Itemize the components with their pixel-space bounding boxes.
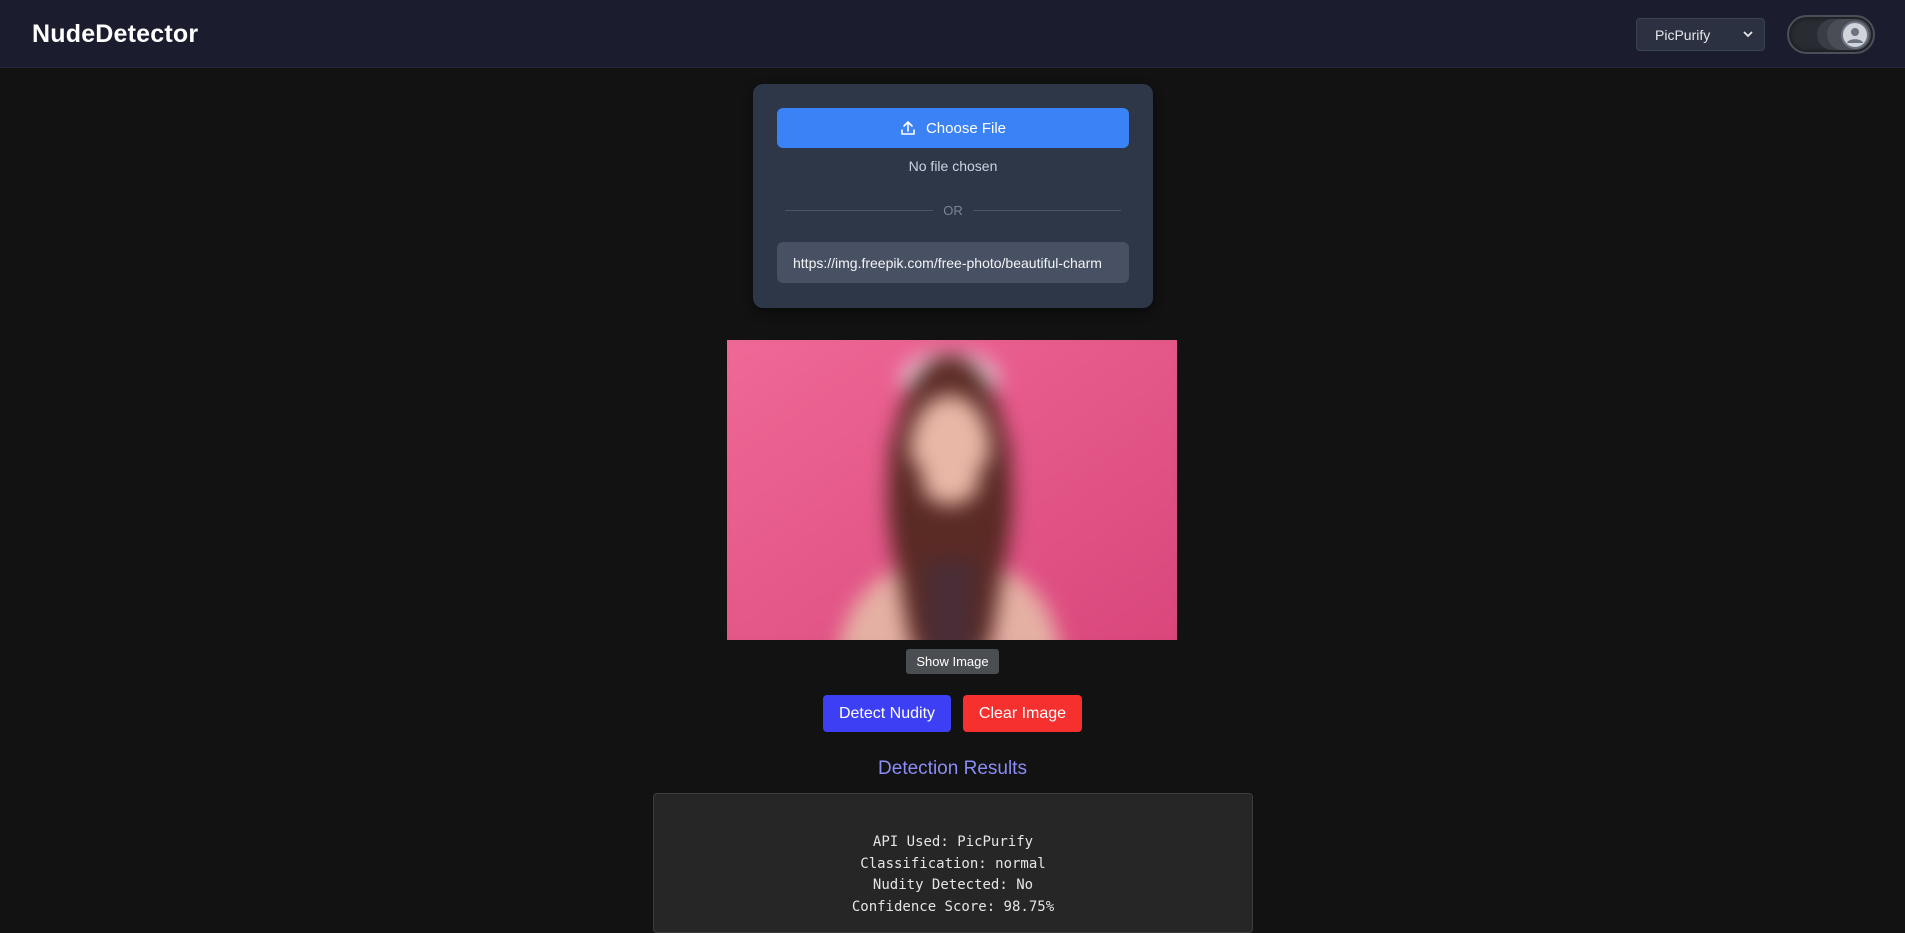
results-title: Detection Results <box>878 758 1027 779</box>
or-text: OR <box>943 202 963 218</box>
file-status-text: No file chosen <box>908 158 998 174</box>
theme-toggle[interactable] <box>1787 15 1875 54</box>
upload-card: Choose File No file chosen OR https://im… <box>753 84 1153 308</box>
divider-line <box>785 209 934 211</box>
image-url-input[interactable]: https://img.freepik.com/free-photo/beaut… <box>777 242 1129 283</box>
chevron-down-icon <box>1743 31 1753 38</box>
result-line-classification: Classification: normal <box>860 855 1046 872</box>
divider-line <box>972 209 1121 211</box>
clear-image-button[interactable]: Clear Image <box>963 695 1082 732</box>
app-brand: NudeDetector <box>32 20 199 48</box>
choose-file-button[interactable]: Choose File <box>777 108 1129 148</box>
result-line-confidence: Confidence Score: 98.75% <box>851 898 1055 915</box>
api-select-value: PicPurify <box>1655 26 1711 43</box>
result-line-api: API Used: PicPurify <box>872 834 1034 850</box>
blurred-preview-image <box>727 340 1177 640</box>
show-image-button[interactable]: Show Image <box>906 649 999 674</box>
image-preview <box>727 340 1177 640</box>
or-divider: OR <box>785 202 1121 218</box>
detect-nudity-button[interactable]: Detect Nudity <box>823 695 951 732</box>
result-line-nudity: Nudity Detected: No <box>872 877 1034 893</box>
user-avatar-icon <box>1841 21 1869 49</box>
results-panel: API Used: PicPurify Classification: norm… <box>653 793 1253 933</box>
api-select[interactable]: PicPurify <box>1636 18 1765 51</box>
upload-icon <box>901 121 915 135</box>
choose-file-label: Choose File <box>925 119 1007 137</box>
app-header: NudeDetector PicPurify <box>0 0 1905 68</box>
